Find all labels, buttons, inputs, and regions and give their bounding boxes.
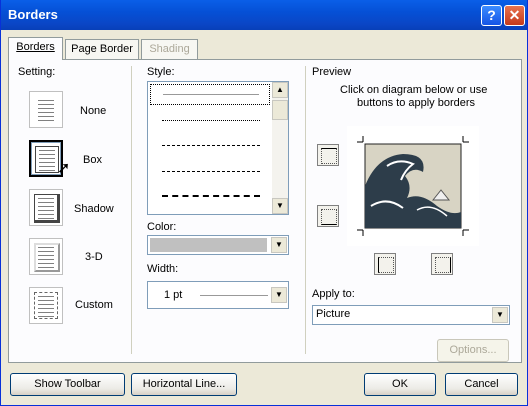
style-dotted-line[interactable] bbox=[162, 120, 260, 121]
color-swatch bbox=[150, 238, 267, 252]
setting-none-label[interactable]: None bbox=[80, 105, 106, 117]
show-toolbar-button[interactable]: Show Toolbar bbox=[10, 373, 125, 396]
scroll-up-icon[interactable]: ▲ bbox=[272, 82, 288, 98]
close-button[interactable]: ✕ bbox=[504, 5, 525, 26]
tab-shading[interactable]: Shading bbox=[141, 39, 198, 59]
style-dash-dot-line[interactable] bbox=[162, 195, 260, 197]
width-dropdown[interactable]: 1 pt ▼ bbox=[147, 281, 289, 309]
dialog-title: Borders bbox=[8, 7, 58, 22]
left-border-button[interactable] bbox=[374, 253, 396, 275]
width-value: 1 pt bbox=[164, 289, 183, 301]
style-listbox[interactable]: ▲ ▼ bbox=[147, 81, 289, 215]
setting-none-icon[interactable] bbox=[29, 91, 63, 128]
bottom-border-button[interactable] bbox=[317, 205, 339, 227]
scroll-thumb[interactable] bbox=[272, 100, 288, 120]
title-bar[interactable]: Borders ? ✕ bbox=[1, 0, 527, 30]
style-scrollbar[interactable]: ▲ ▼ bbox=[272, 82, 288, 214]
width-label: Width: bbox=[147, 263, 179, 275]
apply-to-dropdown[interactable]: Picture ▼ bbox=[312, 305, 510, 325]
apply-to-value: Picture bbox=[316, 308, 351, 320]
style-long-dash-line[interactable] bbox=[162, 171, 260, 172]
style-selected-item[interactable] bbox=[150, 84, 270, 105]
width-line-sample bbox=[200, 295, 268, 296]
preview-instructions-line2: buttons to apply borders bbox=[357, 97, 476, 109]
divider bbox=[305, 66, 306, 354]
setting-shadow-label[interactable]: Shadow bbox=[74, 203, 114, 215]
setting-box-label[interactable]: Box bbox=[83, 154, 102, 166]
borders-panel: Setting: None ➚ Box Shadow 3-D Custom St bbox=[8, 59, 522, 363]
apply-to-label: Apply to: bbox=[312, 288, 355, 300]
cancel-button[interactable]: Cancel bbox=[445, 373, 518, 396]
preview-instructions-line1: Click on diagram below or use bbox=[340, 84, 488, 96]
chevron-down-icon[interactable]: ▼ bbox=[271, 287, 287, 303]
preview-label: Preview bbox=[312, 66, 352, 78]
tab-page-border-label: Page Border bbox=[71, 43, 133, 55]
chevron-down-icon[interactable]: ▼ bbox=[492, 307, 508, 323]
setting-3d-label[interactable]: 3-D bbox=[85, 251, 103, 263]
setting-box-icon[interactable]: ➚ bbox=[29, 140, 70, 177]
preview-diagram[interactable] bbox=[347, 126, 479, 246]
style-dashed-line[interactable] bbox=[162, 145, 260, 146]
divider bbox=[131, 66, 132, 354]
options-button[interactable]: Options... bbox=[437, 339, 509, 362]
right-border-button[interactable] bbox=[431, 253, 453, 275]
scroll-down-icon[interactable]: ▼ bbox=[272, 198, 288, 214]
tab-borders-label: Borders bbox=[16, 41, 55, 53]
setting-custom-label[interactable]: Custom bbox=[75, 299, 113, 311]
tab-borders[interactable]: Borders bbox=[8, 37, 63, 60]
top-border-button[interactable] bbox=[317, 144, 339, 166]
mouse-cursor-icon: ➚ bbox=[57, 160, 71, 177]
ok-button[interactable]: OK bbox=[364, 373, 436, 396]
tab-page-border[interactable]: Page Border bbox=[65, 39, 139, 59]
color-dropdown[interactable]: ▼ bbox=[147, 235, 289, 255]
setting-label: Setting: bbox=[18, 66, 56, 78]
help-button[interactable]: ? bbox=[481, 5, 502, 26]
setting-custom-icon[interactable] bbox=[29, 287, 63, 324]
great-wave-picture-icon bbox=[357, 136, 469, 236]
tab-shading-label: Shading bbox=[149, 43, 190, 55]
style-label: Style: bbox=[147, 66, 175, 78]
chevron-down-icon[interactable]: ▼ bbox=[271, 237, 287, 253]
color-label: Color: bbox=[147, 221, 177, 233]
setting-3d-icon[interactable] bbox=[29, 238, 63, 275]
borders-dialog: Borders ? ✕ Borders Page Border Shading … bbox=[0, 0, 528, 406]
horizontal-line-button[interactable]: Horizontal Line... bbox=[131, 373, 237, 396]
setting-shadow-icon[interactable] bbox=[29, 189, 63, 226]
